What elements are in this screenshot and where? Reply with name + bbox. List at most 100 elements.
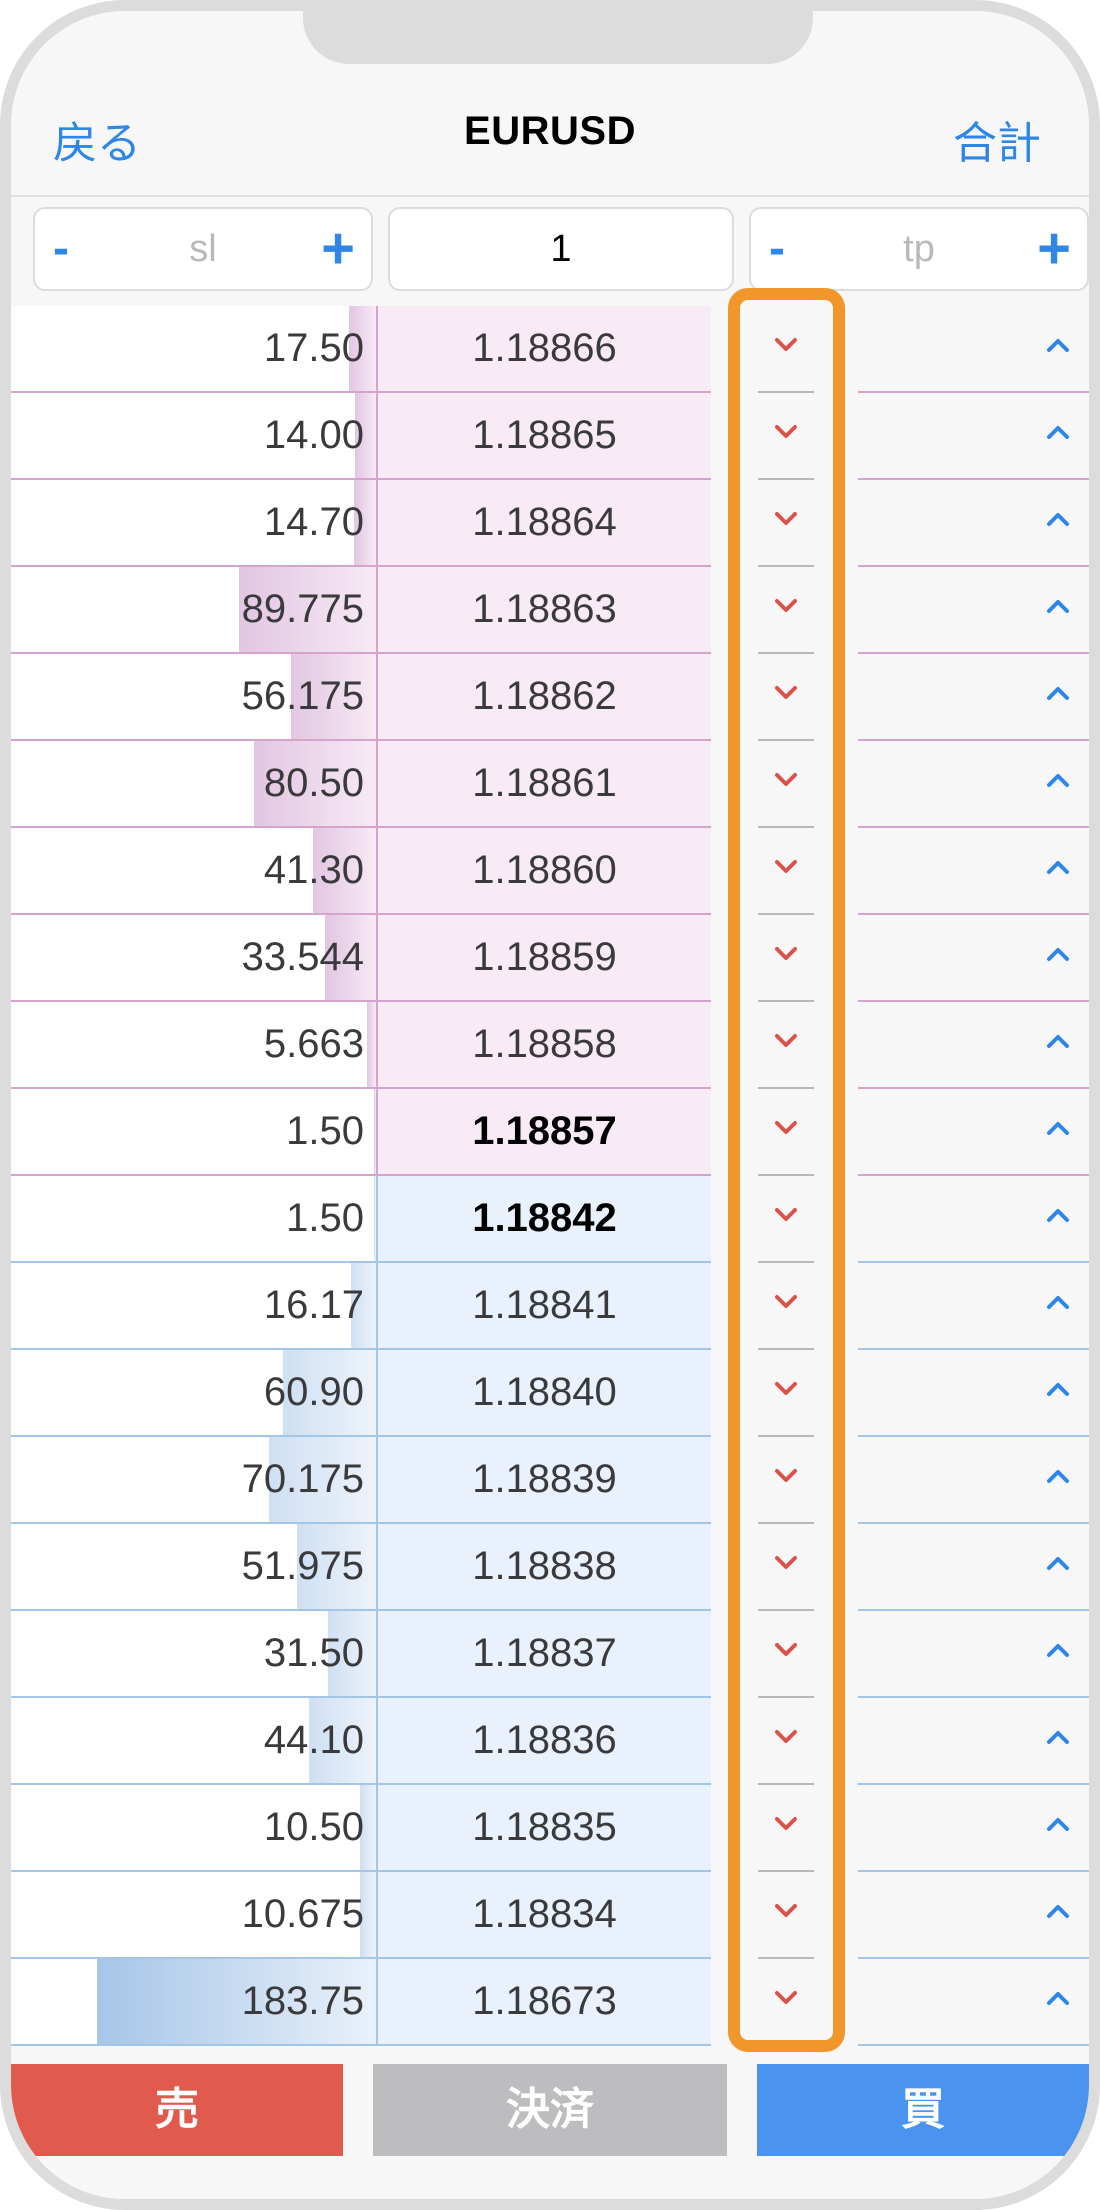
volume-value: 10.675 bbox=[241, 1892, 364, 1936]
sell-order-button[interactable] bbox=[758, 741, 814, 828]
buy-button[interactable]: 買 bbox=[757, 2064, 1089, 2156]
buy-order-button[interactable] bbox=[858, 1002, 1089, 1089]
sell-order-button[interactable] bbox=[758, 1785, 814, 1872]
buy-order-button[interactable] bbox=[858, 1959, 1089, 2046]
volume-cell: 1.50 bbox=[11, 1089, 376, 1174]
volume-value: 60.90 bbox=[263, 1370, 364, 1414]
sell-order-button[interactable] bbox=[758, 1437, 814, 1524]
nav-header: 戻る EURUSD 合計 bbox=[11, 71, 1089, 197]
chevron-up-icon bbox=[1046, 1989, 1070, 2007]
chevron-up-icon bbox=[1046, 1641, 1070, 1659]
buy-order-button[interactable] bbox=[858, 1350, 1089, 1437]
price-value: 1.18673 bbox=[378, 1959, 711, 2044]
chevron-up-icon bbox=[1046, 336, 1070, 354]
total-button[interactable]: 合計 bbox=[953, 107, 1041, 171]
volume-cell: 14.70 bbox=[11, 480, 376, 565]
sell-order-button[interactable] bbox=[758, 654, 814, 741]
price-value: 1.18863 bbox=[378, 567, 711, 652]
buy-order-button[interactable] bbox=[858, 654, 1089, 741]
volume-cell: 183.75 bbox=[11, 1959, 376, 2044]
buy-order-button[interactable] bbox=[858, 1698, 1089, 1785]
buy-order-button[interactable] bbox=[858, 567, 1089, 654]
volume-value: 56.175 bbox=[241, 674, 364, 718]
buy-order-button[interactable] bbox=[858, 828, 1089, 915]
sell-order-button[interactable] bbox=[758, 567, 814, 654]
volume-value: 1.50 bbox=[286, 1109, 364, 1153]
sell-order-button[interactable] bbox=[758, 1698, 814, 1785]
ask-row: 14.70 1.18864 bbox=[11, 480, 1089, 567]
sell-order-button[interactable] bbox=[758, 1002, 814, 1089]
buy-order-button[interactable] bbox=[858, 480, 1089, 567]
sell-order-button[interactable] bbox=[758, 480, 814, 567]
quantity-input[interactable]: 1 bbox=[388, 207, 734, 291]
sell-order-button[interactable] bbox=[758, 1872, 814, 1959]
buy-order-button[interactable] bbox=[858, 1611, 1089, 1698]
sell-order-button[interactable] bbox=[758, 828, 814, 915]
volume-cell: 44.10 bbox=[11, 1698, 376, 1783]
sell-order-button[interactable] bbox=[758, 1176, 814, 1263]
sell-button[interactable]: 売 bbox=[11, 2064, 343, 2156]
phone-notch bbox=[303, 11, 813, 64]
volume-cell: 80.50 bbox=[11, 741, 376, 826]
sell-order-button[interactable] bbox=[758, 1263, 814, 1350]
chevron-up-icon bbox=[1046, 1728, 1070, 1746]
chevron-down-icon bbox=[774, 423, 798, 441]
volume-value: 5.663 bbox=[263, 1022, 364, 1066]
bid-row: 31.50 1.18837 bbox=[11, 1611, 1089, 1698]
buy-order-button[interactable] bbox=[858, 1437, 1089, 1524]
chevron-down-icon bbox=[774, 1989, 798, 2007]
action-bar: 売 決済 買 bbox=[11, 2056, 1089, 2199]
sell-order-button[interactable] bbox=[758, 1524, 814, 1611]
chevron-up-icon bbox=[1046, 684, 1070, 702]
close-position-button[interactable]: 決済 bbox=[373, 2064, 727, 2156]
price-value: 1.18859 bbox=[378, 915, 711, 1000]
volume-cell: 33.544 bbox=[11, 915, 376, 1000]
chevron-down-icon bbox=[774, 1467, 798, 1485]
chevron-down-icon bbox=[774, 336, 798, 354]
sell-order-button[interactable] bbox=[758, 1350, 814, 1437]
chevron-down-icon bbox=[774, 1380, 798, 1398]
volume-cell: 70.175 bbox=[11, 1437, 376, 1522]
chevron-up-icon bbox=[1046, 945, 1070, 963]
volume-value: 10.50 bbox=[263, 1805, 364, 1849]
sell-order-button[interactable] bbox=[758, 306, 814, 393]
chevron-up-icon bbox=[1046, 1554, 1070, 1572]
sell-order-button[interactable] bbox=[758, 915, 814, 1002]
tp-plus-button[interactable]: + bbox=[1029, 209, 1079, 289]
volume-value: 14.00 bbox=[263, 413, 364, 457]
ask-row: 89.775 1.18863 bbox=[11, 567, 1089, 654]
buy-order-button[interactable] bbox=[858, 1872, 1089, 1959]
sell-order-button[interactable] bbox=[758, 1611, 814, 1698]
ask-row: 56.175 1.18862 bbox=[11, 654, 1089, 741]
buy-order-button[interactable] bbox=[858, 1263, 1089, 1350]
buy-order-button[interactable] bbox=[858, 393, 1089, 480]
volume-cell: 56.175 bbox=[11, 654, 376, 739]
volume-value: 70.175 bbox=[241, 1457, 364, 1501]
chevron-up-icon bbox=[1046, 771, 1070, 789]
bid-row: 44.10 1.18836 bbox=[11, 1698, 1089, 1785]
chevron-down-icon bbox=[774, 1902, 798, 1920]
buy-order-button[interactable] bbox=[858, 1785, 1089, 1872]
sell-order-button[interactable] bbox=[758, 1089, 814, 1176]
phone-frame: 戻る EURUSD 合計 - sl + 1 - tp + 17.50 1.1886… bbox=[0, 0, 1100, 2210]
buy-order-button[interactable] bbox=[858, 1524, 1089, 1611]
buy-order-button[interactable] bbox=[858, 915, 1089, 1002]
sl-plus-button[interactable]: + bbox=[313, 209, 363, 289]
chevron-down-icon bbox=[774, 771, 798, 789]
volume-cell: 16.17 bbox=[11, 1263, 376, 1348]
volume-cell: 5.663 bbox=[11, 1002, 376, 1087]
buy-order-button[interactable] bbox=[858, 1176, 1089, 1263]
price-value: 1.18864 bbox=[378, 480, 711, 565]
sell-order-button[interactable] bbox=[758, 393, 814, 480]
volume-cell: 1.50 bbox=[11, 1176, 376, 1261]
price-value: 1.18857 bbox=[378, 1089, 711, 1174]
chevron-up-icon bbox=[1046, 1293, 1070, 1311]
volume-value: 33.544 bbox=[241, 935, 364, 979]
price-value: 1.18835 bbox=[378, 1785, 711, 1870]
buy-order-button[interactable] bbox=[858, 306, 1089, 393]
volume-value: 16.17 bbox=[263, 1283, 364, 1327]
buy-order-button[interactable] bbox=[858, 741, 1089, 828]
bid-row: 51.975 1.18838 bbox=[11, 1524, 1089, 1611]
buy-order-button[interactable] bbox=[858, 1089, 1089, 1176]
sell-order-button[interactable] bbox=[758, 1959, 814, 2046]
